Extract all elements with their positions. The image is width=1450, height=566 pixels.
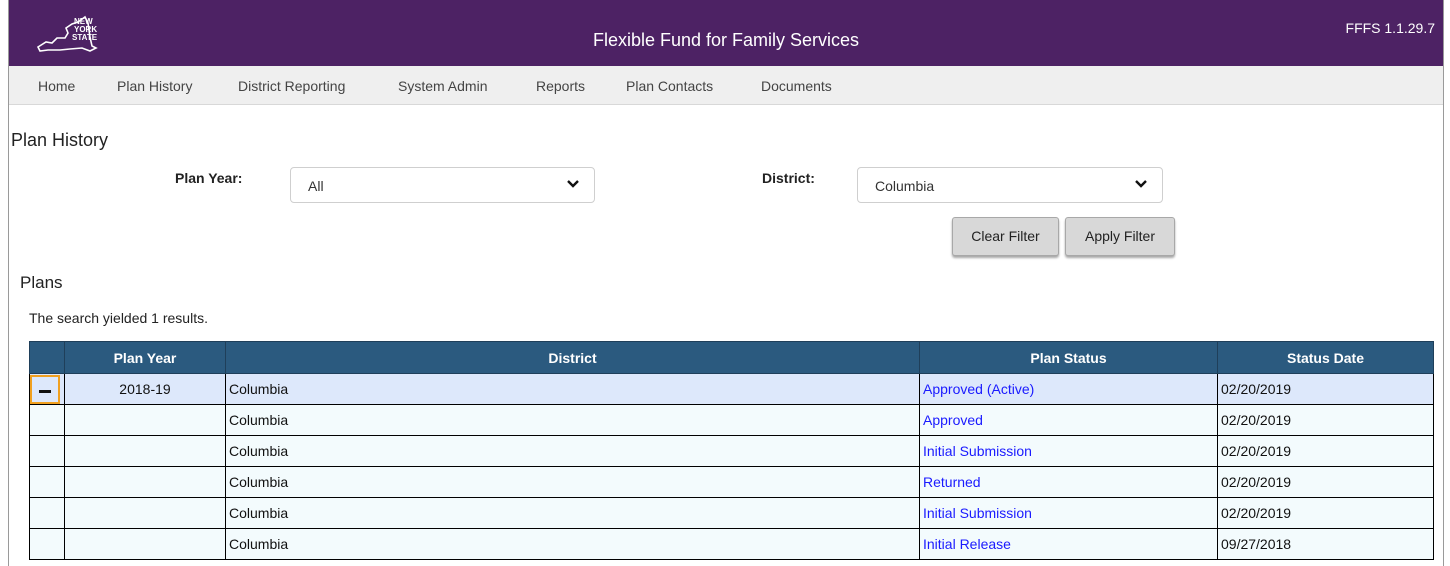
expand-cell (29, 497, 65, 529)
plan-year-cell: 2018-19 (64, 373, 226, 405)
expand-cell (29, 435, 65, 467)
nav-plan-contacts[interactable]: Plan Contacts (626, 78, 713, 94)
plan-status-link[interactable]: Approved (Active) (919, 373, 1218, 405)
nav-reports[interactable]: Reports (536, 78, 585, 94)
table-row[interactable]: Columbia Approved 02/20/2019 (29, 404, 1434, 436)
district-select[interactable]: Columbia (857, 167, 1163, 203)
nav-home[interactable]: Home (38, 78, 75, 94)
table-row[interactable]: Columbia Initial Submission 02/20/2019 (29, 435, 1434, 467)
nav-plan-history[interactable]: Plan History (117, 78, 192, 94)
clear-filter-button[interactable]: Clear Filter (952, 217, 1059, 256)
app-title: Flexible Fund for Family Services (592, 30, 860, 50)
nav-district-reporting[interactable]: District Reporting (238, 78, 345, 94)
plan-year-cell (64, 466, 226, 498)
district-label: District: (762, 170, 815, 186)
plan-status-link[interactable]: Approved (919, 404, 1218, 436)
expand-cell (29, 404, 65, 436)
district-value: Columbia (875, 178, 935, 194)
header-bar: NEW YORK STATE Flexible Fund for Family … (9, 0, 1443, 66)
plans-section-title: Plans (20, 273, 63, 292)
plans-table: Plan Year District Plan Status Status Da… (29, 341, 1434, 560)
plan-status-link[interactable]: Returned (919, 466, 1218, 498)
expand-column-header (29, 341, 65, 374)
district-cell: Columbia (225, 466, 920, 498)
plan-status-link[interactable]: Initial Submission (919, 497, 1218, 529)
nav-system-admin[interactable]: System Admin (398, 78, 487, 94)
nav-documents[interactable]: Documents (761, 78, 832, 94)
plan-status-link[interactable]: Initial Release (919, 528, 1218, 560)
collapse-icon[interactable] (30, 374, 60, 404)
district-cell: Columbia (225, 497, 920, 529)
status-date-cell: 09/27/2018 (1217, 528, 1434, 560)
table-header-row: Plan Year District Plan Status Status Da… (29, 341, 1434, 374)
table-row[interactable]: Columbia Returned 02/20/2019 (29, 466, 1434, 498)
status-date-cell: 02/20/2019 (1217, 466, 1434, 498)
plan-status-link[interactable]: Initial Submission (919, 435, 1218, 467)
plan-year-cell (64, 404, 226, 436)
table-row[interactable]: 2018-19 Columbia Approved (Active) 02/20… (29, 373, 1434, 405)
main-nav: Home Plan History District Reporting Sys… (9, 66, 1443, 105)
results-count: The search yielded 1 results. (29, 310, 208, 326)
plan-year-cell (64, 435, 226, 467)
apply-filter-button[interactable]: Apply Filter (1065, 217, 1175, 256)
page-title: Plan History (11, 130, 109, 150)
status-date-column-header[interactable]: Status Date (1217, 341, 1434, 374)
district-cell: Columbia (225, 404, 920, 436)
chevron-down-icon (1135, 180, 1147, 188)
plan-year-cell (64, 497, 226, 529)
status-date-cell: 02/20/2019 (1217, 373, 1434, 405)
expand-cell (29, 528, 65, 560)
district-column-header[interactable]: District (225, 341, 920, 374)
plan-year-select[interactable]: All (290, 167, 595, 203)
plan-year-cell (64, 528, 226, 560)
table-row[interactable]: Columbia Initial Release 09/27/2018 (29, 528, 1434, 560)
district-cell: Columbia (225, 373, 920, 405)
plan-year-label: Plan Year: (175, 170, 243, 186)
status-date-cell: 02/20/2019 (1217, 404, 1434, 436)
district-cell: Columbia (225, 528, 920, 560)
app-frame: NEW YORK STATE Flexible Fund for Family … (8, 0, 1444, 566)
app-version: FFFS 1.1.29.7 (1345, 20, 1435, 36)
status-date-cell: 02/20/2019 (1217, 497, 1434, 529)
status-date-cell: 02/20/2019 (1217, 435, 1434, 467)
chevron-down-icon (567, 180, 579, 188)
expand-cell[interactable] (29, 373, 65, 405)
plan-year-column-header[interactable]: Plan Year (64, 341, 226, 374)
table-row[interactable]: Columbia Initial Submission 02/20/2019 (29, 497, 1434, 529)
plan-status-column-header[interactable]: Plan Status (919, 341, 1218, 374)
expand-cell (29, 466, 65, 498)
district-cell: Columbia (225, 435, 920, 467)
plan-year-value: All (308, 178, 324, 194)
